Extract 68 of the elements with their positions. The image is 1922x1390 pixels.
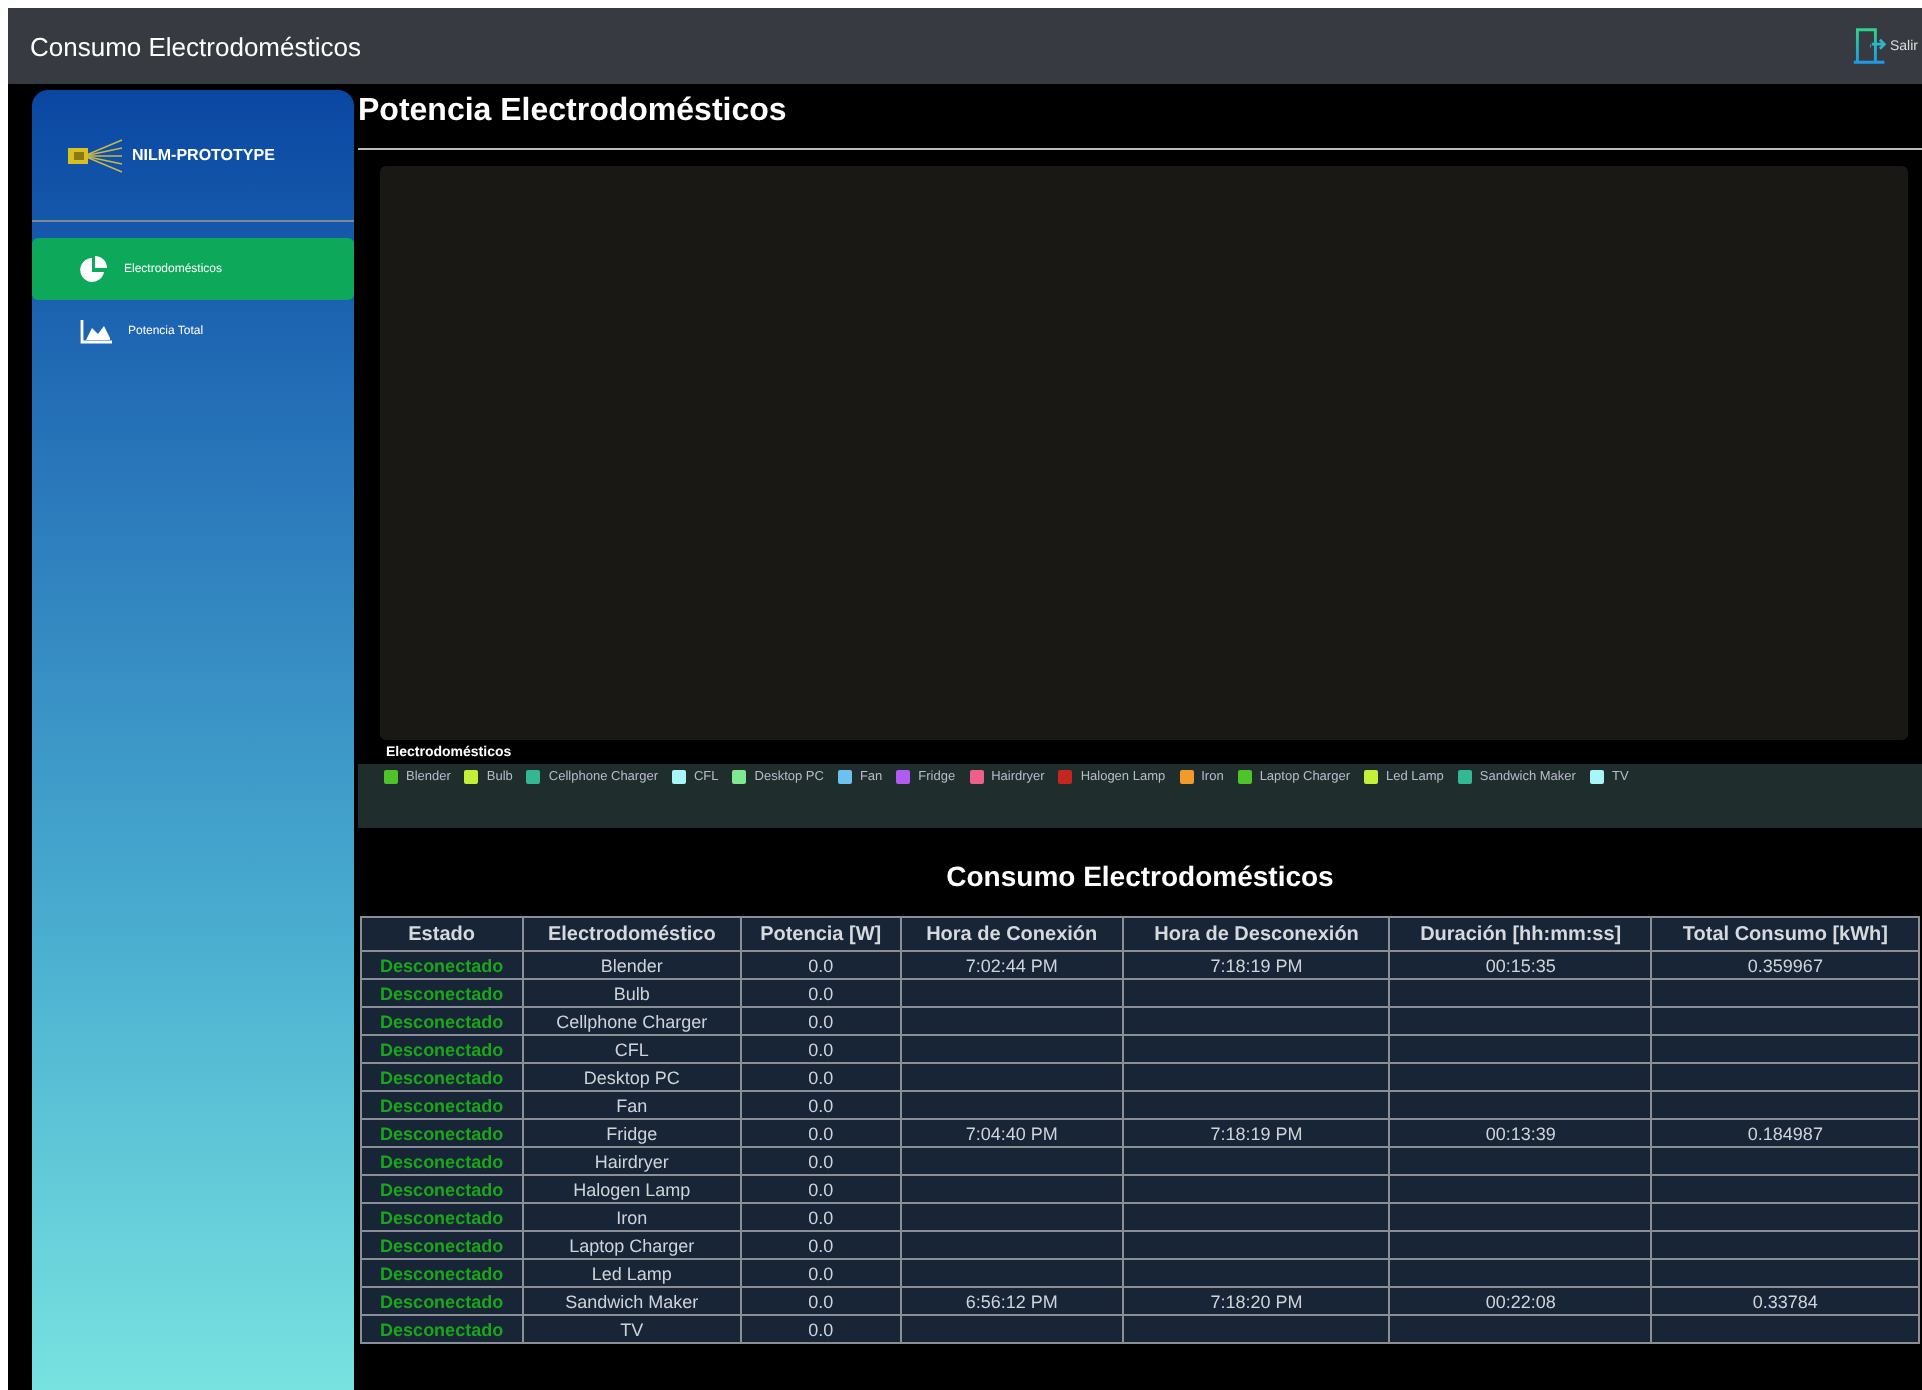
table-cell: CFL — [522, 1035, 742, 1063]
table-cell: Desconectado — [361, 979, 523, 1007]
table-cell: 0.0 — [741, 1175, 901, 1203]
table-cell: Sandwich Maker — [522, 1287, 742, 1315]
table-cell: 00:22:08 — [1389, 1287, 1652, 1315]
table-cell: Desconectado — [361, 1063, 523, 1091]
table-cell: 0.0 — [741, 1231, 901, 1259]
table-cell: Led Lamp — [522, 1259, 742, 1287]
page-title: Potencia Electrodomésticos — [358, 94, 789, 130]
table-cell: 0.0 — [741, 979, 901, 1007]
table-cell: 7:18:19 PM — [1123, 951, 1390, 979]
table-cell: 0.0 — [741, 1315, 901, 1343]
table-cell: 7:18:19 PM — [1123, 1119, 1390, 1147]
table-cell: 0.184987 — [1651, 1119, 1919, 1147]
table-cell: 0.0 — [741, 1119, 901, 1147]
table-cell: Fan — [522, 1091, 742, 1119]
table-cell: Desconectado — [361, 1147, 523, 1175]
table-cell: 0.0 — [741, 1091, 901, 1119]
column-header: Potencia [W] — [741, 917, 901, 951]
table-cell: Laptop Charger — [522, 1231, 742, 1259]
table-cell: Blender — [522, 951, 742, 979]
table-cell: Desconectado — [361, 1119, 523, 1147]
table-cell: TV — [522, 1315, 742, 1343]
table-cell: Cellphone Charger — [522, 1007, 742, 1035]
table-cell: Desconectado — [361, 1035, 523, 1063]
table-cell: Desconectado — [361, 1287, 523, 1315]
table-cell: Desconectado — [361, 1007, 523, 1035]
column-header: Duración [hh:mm:ss] — [1389, 917, 1652, 951]
table-cell: 0.33784 — [1651, 1287, 1919, 1315]
table-cell: Desconectado — [361, 951, 523, 979]
table-cell: 00:15:35 — [1389, 951, 1652, 979]
table-cell: 6:56:12 PM — [900, 1287, 1124, 1315]
logo-icon — [64, 135, 124, 175]
table-cell: Desconectado — [361, 1231, 523, 1259]
table-cell: 0.0 — [741, 1063, 901, 1091]
column-header: Total Consumo [kWh] — [1651, 917, 1919, 951]
table-cell: 0.0 — [741, 951, 901, 979]
table-cell: Desconectado — [361, 1203, 523, 1231]
column-header: Hora de Conexión — [900, 917, 1124, 951]
table-cell: Desconectado — [361, 1315, 523, 1343]
logo-text: NILM-PROTOTYPE — [132, 146, 275, 164]
table-cell: Halogen Lamp — [522, 1175, 742, 1203]
table-cell: 00:13:39 — [1389, 1119, 1652, 1147]
table-cell: Hairdryer — [522, 1147, 742, 1175]
table-title: Consumo Electrodomésticos — [944, 860, 1336, 896]
table-cell: Desconectado — [361, 1259, 523, 1287]
column-header: Electrodoméstico — [522, 917, 742, 951]
window-title: Consumo Electrodomésticos — [30, 31, 361, 61]
table-cell: 0.359967 — [1651, 951, 1919, 979]
column-header: Estado — [361, 917, 523, 951]
pie-chart-icon — [80, 255, 108, 283]
table-cell: 7:18:20 PM — [1123, 1287, 1390, 1315]
table-cell: Desconectado — [361, 1175, 523, 1203]
table-cell: Fridge — [522, 1119, 742, 1147]
area-chart-icon — [80, 319, 112, 343]
table-cell: 7:04:40 PM — [900, 1119, 1124, 1147]
table-cell: 7:02:44 PM — [900, 951, 1124, 979]
table-cell: Bulb — [522, 979, 742, 1007]
column-header: Hora de Desconexión — [1123, 917, 1390, 951]
table-cell: 0.0 — [741, 1007, 901, 1035]
table-cell: 0.0 — [741, 1287, 901, 1315]
table-cell: 0.0 — [741, 1259, 901, 1287]
table-cell: 0.0 — [741, 1035, 901, 1063]
table-cell: Iron — [522, 1203, 742, 1231]
table-cell: 0.0 — [741, 1203, 901, 1231]
table-cell: Desconectado — [361, 1091, 523, 1119]
table-cell: 0.0 — [741, 1147, 901, 1175]
table-cell: Desktop PC — [522, 1063, 742, 1091]
